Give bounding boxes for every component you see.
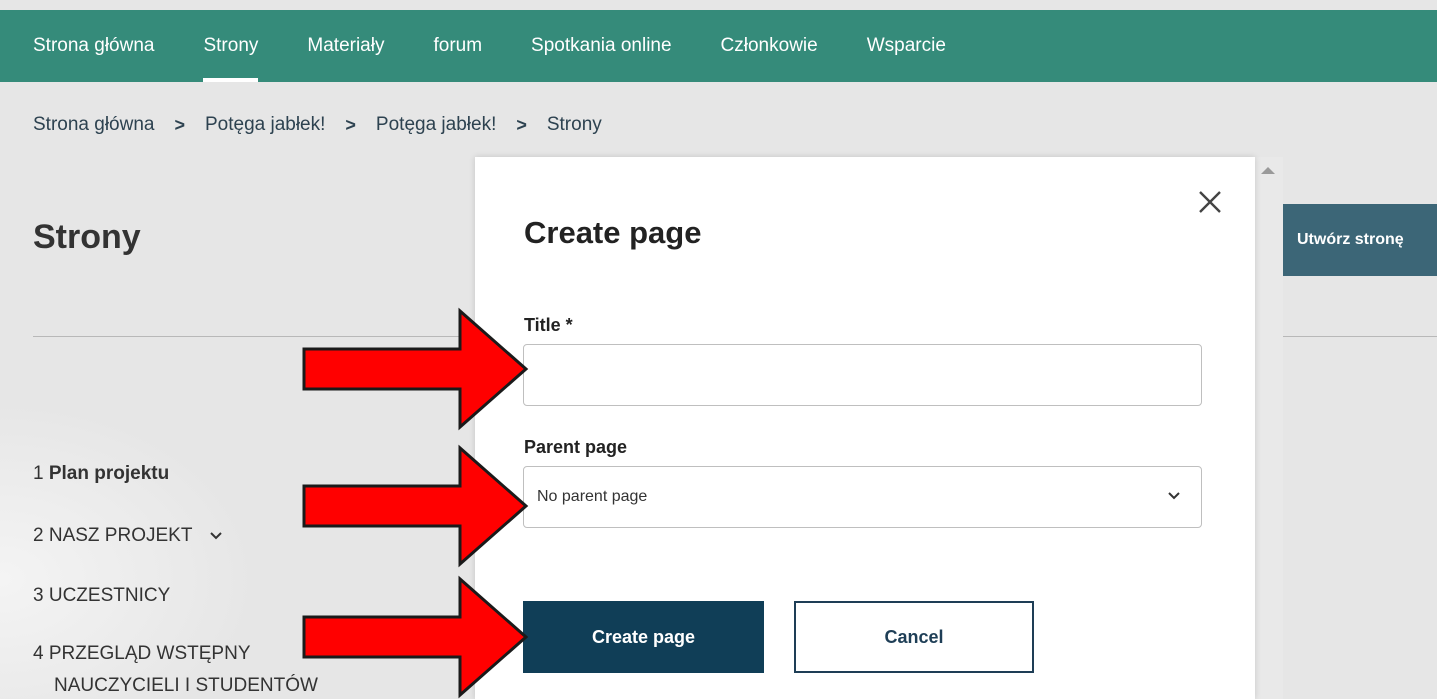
breadcrumb-item-current: Strony <box>546 114 602 135</box>
scrollbar[interactable] <box>1255 157 1283 699</box>
list-item-label-continued: NAUCZYCIELI I STUDENTÓW <box>54 675 318 696</box>
breadcrumb-item-project[interactable]: Potęga jabłek! <box>205 114 325 136</box>
nav-item-pages[interactable]: Strony <box>203 10 258 82</box>
breadcrumb: Strona główna > Potęga jabłek! > Potęga … <box>33 114 602 136</box>
list-item-number: 1 <box>33 463 44 484</box>
parent-page-label: Parent page <box>524 437 628 457</box>
page-title: Strony <box>33 218 141 256</box>
scroll-up-arrow-icon[interactable] <box>1261 167 1275 174</box>
create-page-modal: Create page Title * Parent page No paren… <box>475 157 1255 699</box>
divider <box>1283 336 1437 337</box>
parent-page-select[interactable]: No parent page <box>523 466 1202 528</box>
breadcrumb-item-project-sub[interactable]: Potęga jabłek! <box>376 114 496 136</box>
list-item-number: 3 <box>33 585 44 606</box>
list-item-label: PRZEGLĄD WSTĘPNY <box>48 643 251 664</box>
list-item[interactable]: 2 NASZ PROJEKT <box>33 525 223 547</box>
breadcrumb-separator: > <box>516 114 527 135</box>
nav-item-home[interactable]: Strona główna <box>33 10 154 82</box>
list-item-label: NASZ PROJEKT <box>48 525 193 546</box>
list-item-label: Plan projektu <box>48 463 170 484</box>
nav-item-online-meetings[interactable]: Spotkania online <box>531 10 672 82</box>
chevron-down-icon[interactable] <box>209 531 223 541</box>
create-page-top-button[interactable]: Utwórz stronę <box>1283 204 1437 276</box>
title-input[interactable] <box>523 344 1202 406</box>
breadcrumb-separator: > <box>345 114 356 135</box>
list-item[interactable]: 1 Plan projektu <box>33 463 169 485</box>
list-item[interactable]: 3 UCZESTNICY <box>33 585 170 607</box>
nav-item-materials[interactable]: Materiały <box>307 10 384 82</box>
nav-item-support[interactable]: Wsparcie <box>867 10 946 82</box>
chevron-down-icon <box>1168 492 1180 500</box>
parent-page-selected-value: No parent page <box>537 488 648 505</box>
title-field-label: Title * <box>524 315 573 335</box>
list-item-label: UCZESTNICY <box>48 585 171 606</box>
list-item[interactable]: 4 PRZEGLĄD WSTĘPNY <box>33 643 251 665</box>
top-navigation: Strona główna Strony Materiały forum Spo… <box>0 10 1437 82</box>
annotation-arrow-right-icon <box>302 307 529 431</box>
create-page-button[interactable]: Create page <box>523 601 764 673</box>
breadcrumb-separator: > <box>174 114 185 135</box>
annotation-arrow-right-icon <box>302 444 529 568</box>
close-icon[interactable] <box>1195 187 1225 217</box>
modal-title: Create page <box>524 215 702 250</box>
cancel-button[interactable]: Cancel <box>794 601 1034 673</box>
nav-item-forum[interactable]: forum <box>433 10 482 82</box>
list-item-number: 4 <box>33 643 44 664</box>
annotation-arrow-right-icon <box>302 575 529 699</box>
list-item-number: 2 <box>33 525 44 546</box>
nav-item-members[interactable]: Członkowie <box>721 10 818 82</box>
breadcrumb-item-home[interactable]: Strona główna <box>33 114 154 136</box>
